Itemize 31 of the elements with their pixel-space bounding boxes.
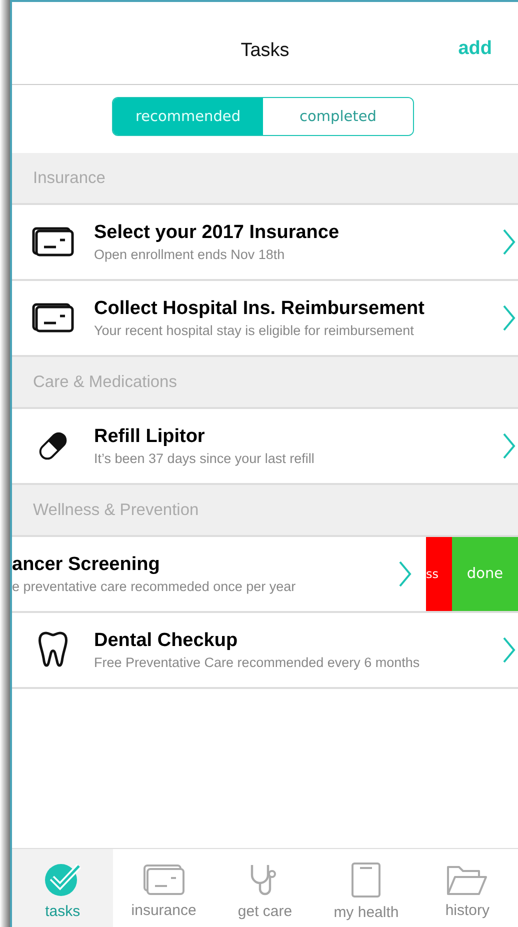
task-title: Select your 2017 Insurance (94, 222, 340, 244)
task-subtitle: It’s been 37 days since your last refill (94, 451, 316, 466)
screen-title: Tasks (240, 40, 290, 62)
task-title: Collect Hospital Ins. Reimbursement (94, 298, 426, 320)
chevron-icon[interactable] (502, 229, 516, 255)
task-subtitle: Free Preventative Care recommended every 6 months (94, 655, 421, 670)
section-header: Insurance (12, 153, 518, 205)
card-icon (142, 864, 185, 896)
dismiss-button[interactable]: ss (426, 537, 452, 611)
add-button[interactable]: add (458, 38, 492, 60)
chevron-icon[interactable] (502, 433, 516, 459)
task-subtitle: Open enrollment ends Nov 18th (94, 247, 286, 262)
section-header: Care & Medications (12, 357, 518, 409)
task-title: ancer Screening (12, 554, 161, 576)
folder-icon (446, 864, 488, 896)
card-icon (32, 227, 74, 257)
chevron-icon[interactable] (502, 637, 516, 663)
chevron-icon[interactable] (398, 561, 412, 587)
tab-bar-item[interactable]: tasks (12, 849, 114, 927)
clipboard-icon (351, 862, 382, 898)
section-header: Wellness & Prevention (12, 485, 518, 537)
task-title: Refill Lipitor (94, 426, 206, 448)
checkmark-icon (44, 862, 82, 896)
task-subtitle: Your recent hospital stay is eligible for reimbursement (94, 323, 415, 338)
chevron-icon[interactable] (502, 305, 516, 331)
tooth-icon (38, 631, 68, 669)
task-title: Dental Checkup (94, 630, 239, 652)
task-subtitle: e preventative care recommeded once per year (12, 579, 297, 594)
segment-tab[interactable]: recommended (113, 98, 263, 135)
card-icon (32, 303, 74, 333)
done-button[interactable]: done (452, 537, 518, 611)
